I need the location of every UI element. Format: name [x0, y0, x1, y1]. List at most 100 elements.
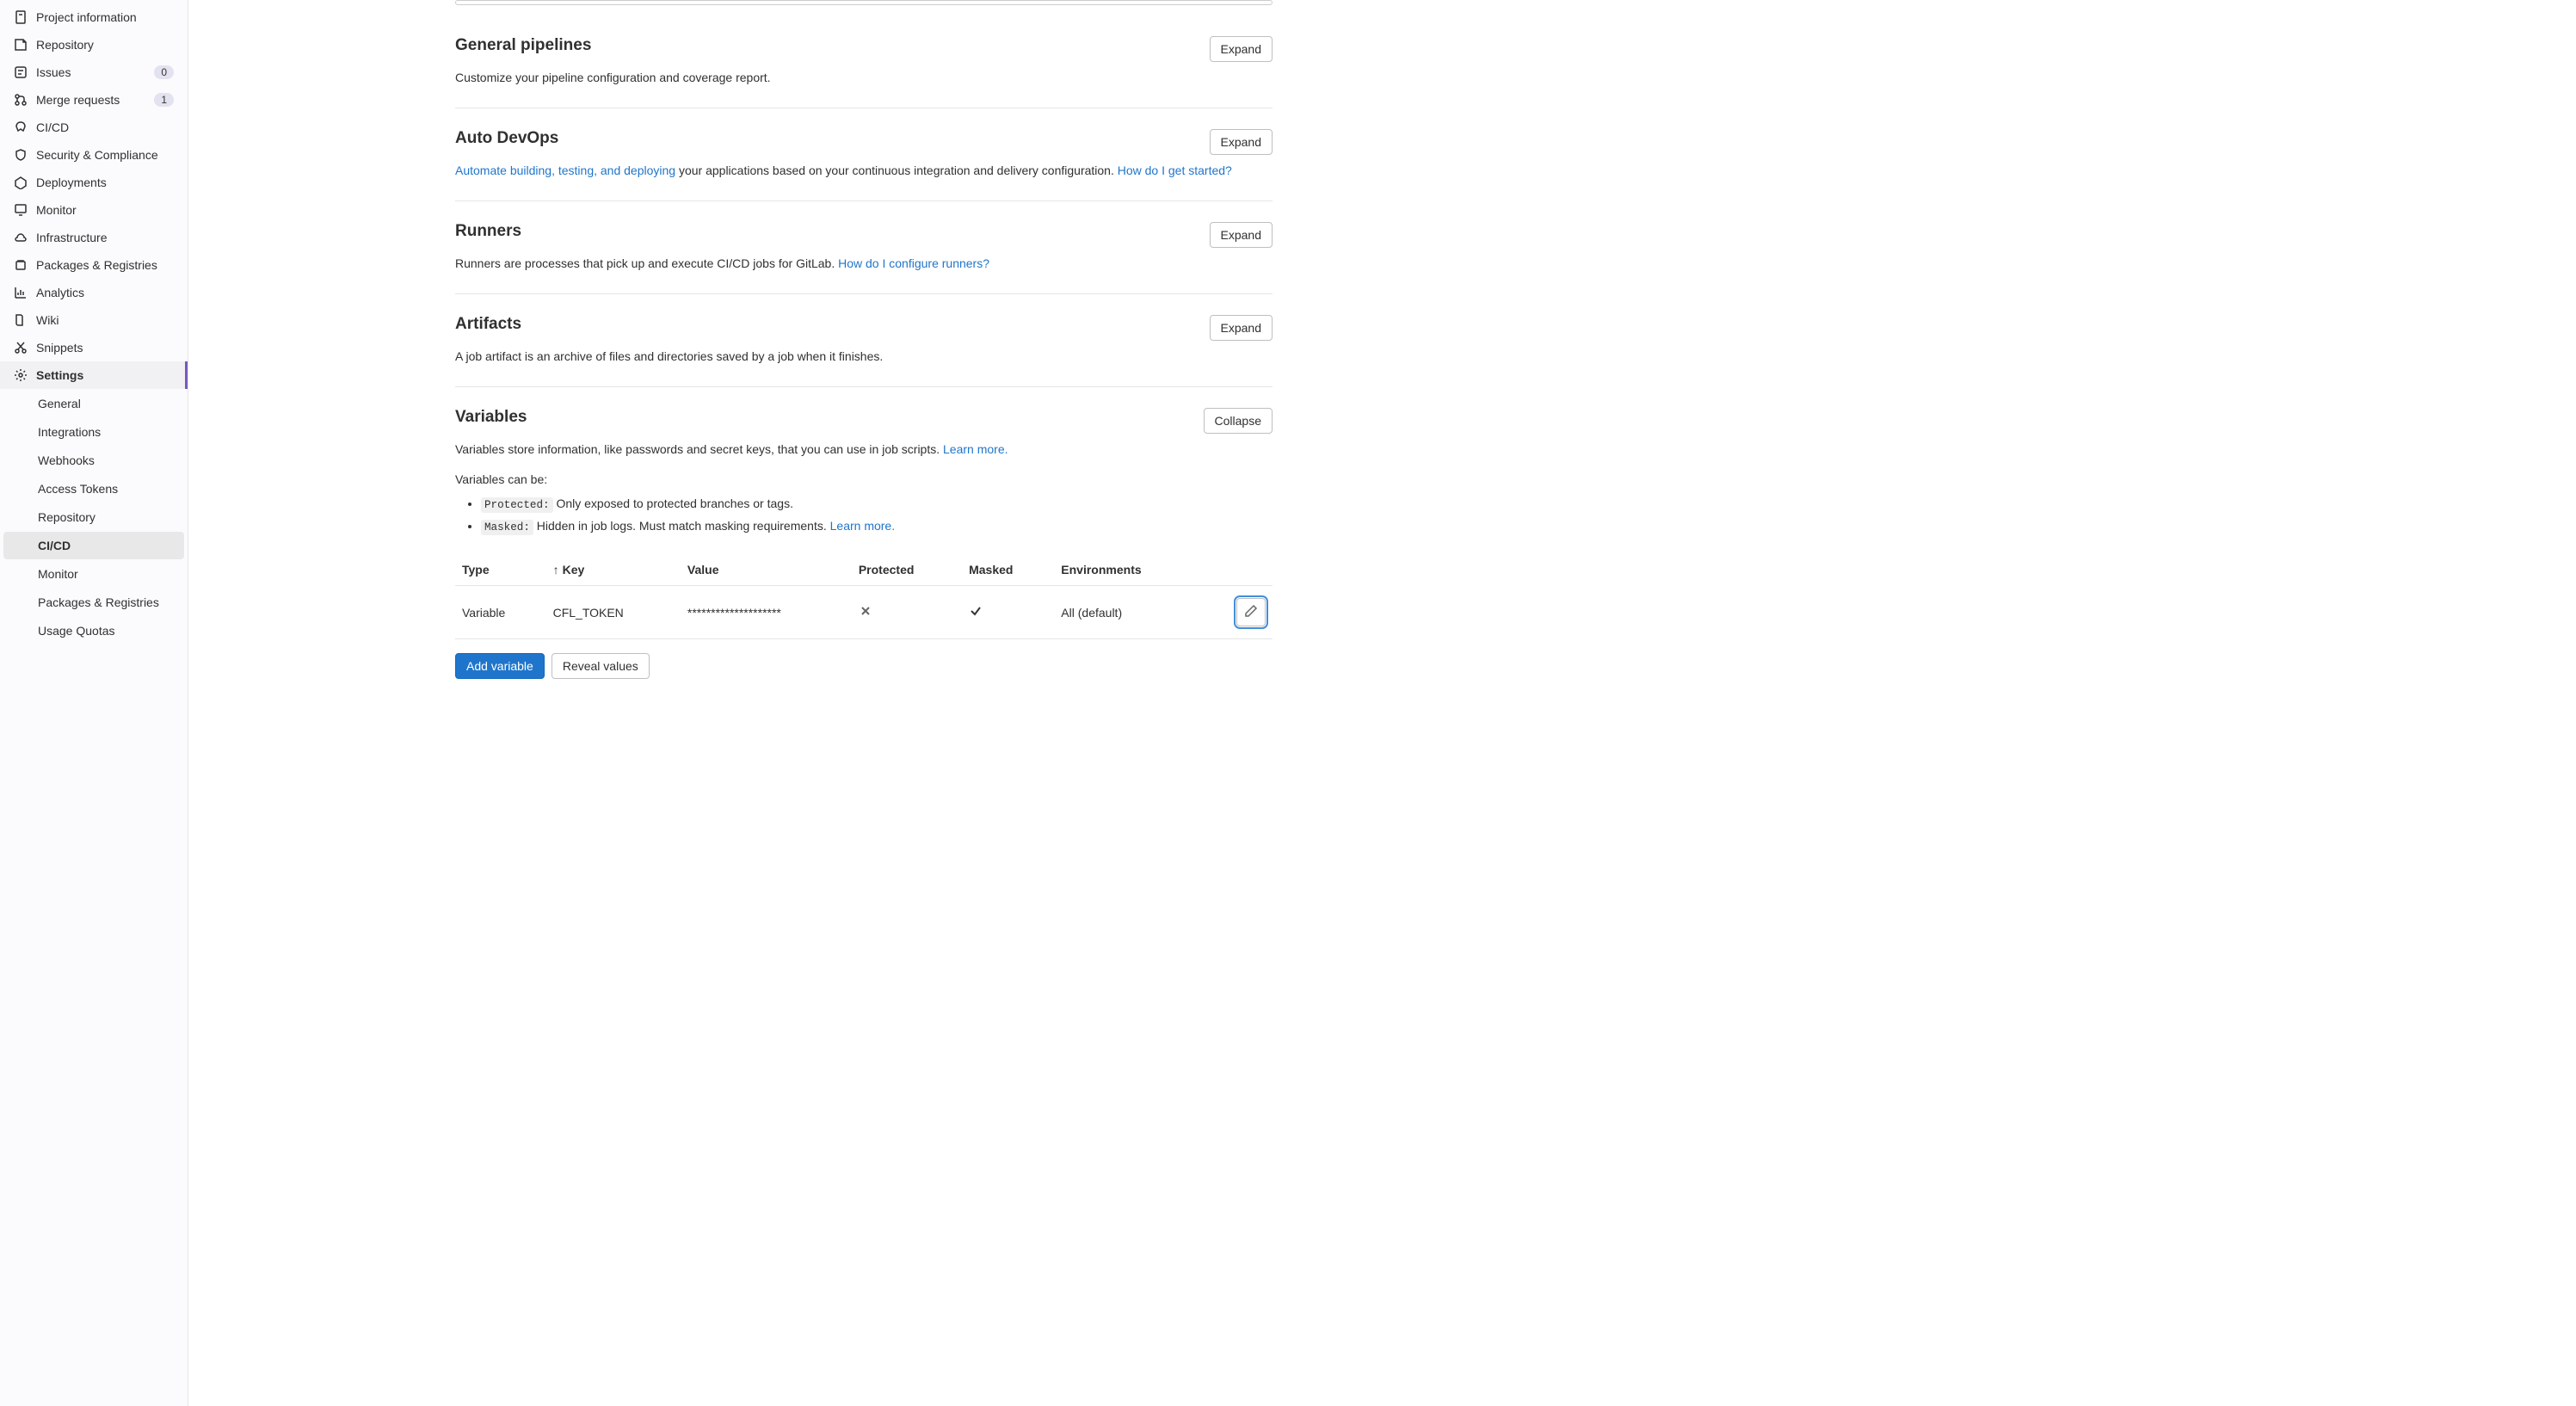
- subnav-label: General: [38, 397, 81, 410]
- merge-requests-badge: 1: [154, 93, 174, 107]
- subnav-label: Packages & Registries: [38, 595, 159, 609]
- section-variables: Variables Collapse Variables store infor…: [455, 387, 1273, 700]
- th-protected[interactable]: Protected: [852, 554, 962, 586]
- variables-intro: Variables can be:: [455, 472, 1273, 486]
- collapse-button[interactable]: Collapse: [1204, 408, 1273, 434]
- sidebar-item-label: Security & Compliance: [36, 148, 174, 162]
- infrastructure-icon: [14, 231, 28, 244]
- sidebar-item-settings[interactable]: Settings: [0, 361, 188, 389]
- subnav-label: Integrations: [38, 425, 101, 439]
- section-desc: Customize your pipeline configuration an…: [455, 69, 1273, 87]
- desc-text: Variables store information, like passwo…: [455, 442, 943, 456]
- sidebar-item-infrastructure[interactable]: Infrastructure: [0, 224, 188, 251]
- packages-icon: [14, 258, 28, 272]
- expand-button[interactable]: Expand: [1210, 36, 1273, 62]
- sidebar-item-monitor[interactable]: Monitor: [0, 196, 188, 224]
- th-value[interactable]: Value: [681, 554, 852, 586]
- sidebar-item-wiki[interactable]: Wiki: [0, 306, 188, 334]
- expand-button[interactable]: Expand: [1210, 315, 1273, 341]
- masked-code: Masked:: [481, 520, 533, 535]
- section-desc: Automate building, testing, and deployin…: [455, 162, 1273, 180]
- getting-started-link[interactable]: How do I get started?: [1118, 163, 1232, 177]
- sidebar-item-cicd[interactable]: CI/CD: [0, 114, 188, 141]
- desc-text: Runners are processes that pick up and e…: [455, 256, 838, 270]
- sidebar-item-label: Issues: [36, 65, 145, 79]
- th-environments[interactable]: Environments: [1054, 554, 1204, 586]
- cell-actions: [1204, 586, 1273, 639]
- sidebar-item-project-information[interactable]: Project information: [0, 3, 188, 31]
- pencil-icon: [1244, 604, 1258, 618]
- subnav-general[interactable]: General: [3, 390, 184, 417]
- sidebar-item-label: Project information: [36, 10, 174, 24]
- subnav-integrations[interactable]: Integrations: [3, 418, 184, 446]
- sidebar-item-issues[interactable]: Issues 0: [0, 59, 188, 86]
- masked-desc: Hidden in job logs. Must match masking r…: [533, 519, 830, 533]
- sidebar-item-label: CI/CD: [36, 120, 174, 134]
- sidebar-item-merge-requests[interactable]: Merge requests 1: [0, 86, 188, 114]
- sidebar-item-repository[interactable]: Repository: [0, 31, 188, 59]
- info-icon: [14, 10, 28, 24]
- edit-variable-button[interactable]: [1236, 598, 1266, 626]
- section-title: Artifacts: [455, 315, 521, 334]
- section-title: Runners: [455, 222, 521, 241]
- subnav-label: Monitor: [38, 567, 78, 581]
- settings-subnav: General Integrations Webhooks Access Tok…: [0, 390, 188, 644]
- sidebar-item-analytics[interactable]: Analytics: [0, 279, 188, 306]
- masked-learn-more-link[interactable]: Learn more.: [830, 519, 895, 533]
- th-type[interactable]: Type: [455, 554, 546, 586]
- th-masked[interactable]: Masked: [962, 554, 1054, 586]
- learn-more-link[interactable]: Learn more.: [943, 442, 1008, 456]
- cell-type: Variable: [455, 586, 546, 639]
- variable-buttons: Add variable Reveal values: [455, 653, 1273, 679]
- subnav-monitor[interactable]: Monitor: [3, 560, 184, 588]
- subnav-label: Webhooks: [38, 453, 95, 467]
- sidebar-item-security[interactable]: Security & Compliance: [0, 141, 188, 169]
- section-runners: Runners Expand Runners are processes tha…: [455, 201, 1273, 294]
- section-desc: Runners are processes that pick up and e…: [455, 255, 1273, 273]
- sidebar-item-label: Analytics: [36, 286, 174, 299]
- expand-button[interactable]: Expand: [1210, 129, 1273, 155]
- subnav-label: CI/CD: [38, 539, 71, 552]
- sidebar-item-snippets[interactable]: Snippets: [0, 334, 188, 361]
- subnav-repository[interactable]: Repository: [3, 503, 184, 531]
- sidebar-item-label: Packages & Registries: [36, 258, 174, 272]
- subnav-access-tokens[interactable]: Access Tokens: [3, 475, 184, 503]
- section-desc: A job artifact is an archive of files an…: [455, 348, 1273, 366]
- subnav-webhooks[interactable]: Webhooks: [3, 447, 184, 474]
- reveal-values-button[interactable]: Reveal values: [552, 653, 650, 679]
- table-row: Variable CFL_TOKEN ******************** …: [455, 586, 1273, 639]
- deployments-icon: [14, 176, 28, 189]
- sidebar-item-packages[interactable]: Packages & Registries: [0, 251, 188, 279]
- subnav-cicd[interactable]: CI/CD: [3, 532, 184, 559]
- cell-protected: [852, 586, 962, 639]
- configure-runners-link[interactable]: How do I configure runners?: [838, 256, 989, 270]
- th-key[interactable]: ↑Key: [546, 554, 681, 586]
- add-variable-button[interactable]: Add variable: [455, 653, 545, 679]
- table-header-row: Type ↑Key Value Protected Masked Environ…: [455, 554, 1273, 586]
- merge-icon: [14, 93, 28, 107]
- desc-text: your applications based on your continuo…: [675, 163, 1118, 177]
- monitor-icon: [14, 203, 28, 217]
- protected-code: Protected:: [481, 497, 553, 513]
- sidebar-item-deployments[interactable]: Deployments: [0, 169, 188, 196]
- cell-masked: [962, 586, 1054, 639]
- search-input-outline[interactable]: [455, 0, 1273, 5]
- issues-icon: [14, 65, 28, 79]
- automate-link[interactable]: Automate building, testing, and deployin…: [455, 163, 675, 177]
- cell-environments: All (default): [1054, 586, 1204, 639]
- th-actions: [1204, 554, 1273, 586]
- issues-badge: 0: [154, 65, 174, 79]
- section-title: General pipelines: [455, 36, 591, 55]
- sidebar-item-label: Monitor: [36, 203, 174, 217]
- subnav-packages[interactable]: Packages & Registries: [3, 589, 184, 616]
- list-item: Masked: Hidden in job logs. Must match m…: [481, 515, 1273, 538]
- subnav-label: Access Tokens: [38, 482, 118, 496]
- expand-button[interactable]: Expand: [1210, 222, 1273, 248]
- main-content: General pipelines Expand Customize your …: [188, 0, 1290, 1406]
- list-item: Protected: Only exposed to protected bra…: [481, 493, 1273, 515]
- sort-arrow-icon: ↑: [553, 563, 559, 577]
- analytics-icon: [14, 286, 28, 299]
- gear-icon: [14, 368, 28, 382]
- cell-value: ********************: [681, 586, 852, 639]
- subnav-usage-quotas[interactable]: Usage Quotas: [3, 617, 184, 644]
